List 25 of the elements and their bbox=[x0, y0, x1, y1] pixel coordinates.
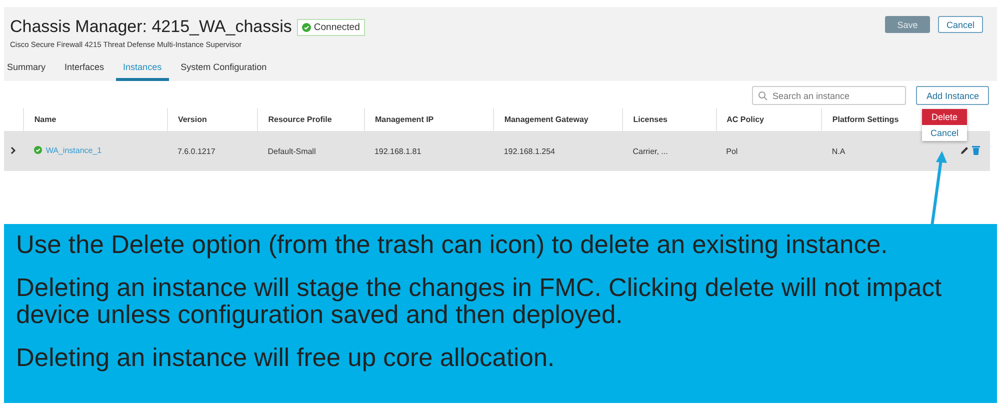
cancel-button[interactable]: Cancel bbox=[938, 16, 983, 33]
search-field[interactable]: Search an instance bbox=[752, 86, 906, 105]
table-cell: N.A bbox=[832, 146, 846, 156]
delete-menu-item[interactable]: Delete bbox=[922, 109, 967, 125]
pencil-icon[interactable] bbox=[960, 146, 969, 155]
status-text: Connected bbox=[314, 22, 360, 32]
tab[interactable]: Summary bbox=[0, 58, 53, 81]
callout-text: Deleting an instance will free up core allocation. bbox=[16, 345, 556, 372]
tab[interactable]: Interfaces bbox=[58, 58, 112, 81]
tab[interactable]: System Configuration bbox=[174, 58, 274, 81]
table-cell: Carrier, ... bbox=[632, 146, 668, 156]
check-circle-icon bbox=[302, 22, 311, 32]
add-instance-button[interactable]: Add Instance bbox=[916, 86, 989, 105]
table-cell: 192.168.1.254 bbox=[504, 146, 555, 156]
page-title: Chassis Manager: 4215_WA_chassis bbox=[10, 17, 292, 37]
cancel-menu-item[interactable]: Cancel bbox=[922, 125, 967, 141]
table-cell: Pol bbox=[726, 146, 738, 156]
table-cell: 7.6.0.1217 bbox=[177, 146, 216, 156]
table-cell: 192.168.1.81 bbox=[374, 146, 422, 156]
callout-text: Deleting an instance will stage the changes in FMC. Clicking delete will not impact device unless configuration saved and then deployed. bbox=[16, 275, 943, 329]
chevron-right-icon[interactable] bbox=[10, 146, 16, 154]
tab[interactable]: Instances bbox=[116, 58, 169, 81]
table-cell: Default-Small bbox=[268, 146, 316, 156]
callout-text: Use the Delete option (from the trash can icon) to delete an existing instance. bbox=[16, 232, 889, 259]
check-circle-icon bbox=[34, 146, 42, 154]
